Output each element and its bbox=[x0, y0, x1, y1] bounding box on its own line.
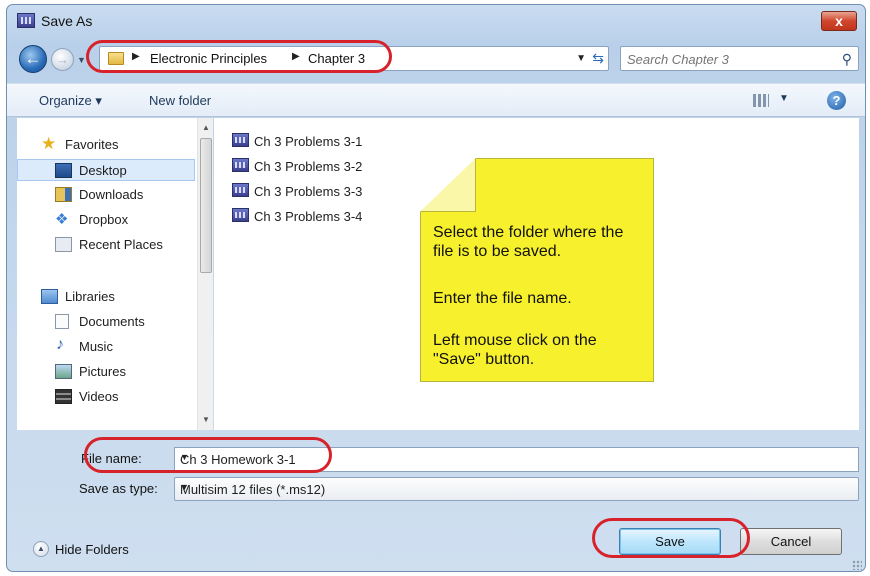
file-name: Ch 3 Problems 3-4 bbox=[254, 209, 363, 224]
nav-item-label: Recent Places bbox=[79, 237, 163, 252]
title-bar: Save As x bbox=[7, 5, 865, 37]
search-icon[interactable]: ⚲ bbox=[842, 51, 852, 68]
file-name: Ch 3 Problems 3-3 bbox=[254, 184, 363, 199]
nav-item-downloads[interactable]: Downloads bbox=[17, 184, 195, 206]
downloads-icon bbox=[55, 187, 72, 202]
save-type-dropdown-icon[interactable]: ▼ bbox=[180, 482, 853, 492]
window-title: Save As bbox=[41, 13, 93, 29]
scroll-up-icon[interactable]: ▲ bbox=[198, 120, 214, 136]
cancel-button[interactable]: Cancel bbox=[740, 528, 842, 555]
nav-libraries-label: Libraries bbox=[65, 289, 115, 304]
multisim-app-icon bbox=[17, 13, 35, 28]
nav-libraries[interactable]: Libraries bbox=[17, 286, 195, 308]
libraries-icon bbox=[41, 289, 58, 304]
collapse-icon: ▲ bbox=[33, 541, 49, 557]
file-name: Ch 3 Problems 3-1 bbox=[254, 134, 363, 149]
nav-favorites-label: Favorites bbox=[65, 137, 119, 152]
save-type-select[interactable]: Multisim 12 files (*.ms12) ▼ bbox=[174, 477, 859, 501]
nav-item-music[interactable]: ♪ Music bbox=[17, 336, 195, 358]
nav-item-documents[interactable]: Documents bbox=[17, 311, 195, 333]
nav-item-pictures[interactable]: Pictures bbox=[17, 361, 195, 383]
search-input[interactable] bbox=[627, 50, 827, 68]
nav-item-label: Desktop bbox=[79, 163, 127, 178]
address-highlight-outline bbox=[86, 40, 392, 73]
dropbox-icon: ❖ bbox=[55, 211, 69, 228]
command-toolbar: Organize ▾ New folder ▼ ? bbox=[7, 83, 865, 117]
address-dropdown-icon[interactable]: ▼ bbox=[576, 53, 586, 64]
nav-item-label: Documents bbox=[79, 314, 145, 329]
nav-item-videos[interactable]: Videos bbox=[17, 386, 195, 408]
scroll-down-icon[interactable]: ▼ bbox=[198, 412, 214, 428]
note-line-1: Select the folder where the file is to b… bbox=[433, 224, 624, 260]
documents-icon bbox=[55, 314, 69, 329]
star-icon: ★ bbox=[41, 134, 57, 153]
help-icon[interactable]: ? bbox=[827, 91, 846, 110]
save-highlight-outline bbox=[592, 518, 750, 558]
save-type-label: Save as type: bbox=[79, 481, 158, 496]
scroll-thumb[interactable] bbox=[200, 138, 212, 273]
view-options-icon[interactable] bbox=[753, 94, 769, 107]
close-button[interactable]: x bbox=[821, 11, 857, 31]
note-line-3: Left mouse click on the "Save" button. bbox=[433, 332, 597, 368]
multisim-file-icon bbox=[232, 208, 249, 222]
nav-item-label: Dropbox bbox=[79, 212, 129, 227]
videos-icon bbox=[55, 389, 72, 404]
resize-grip-icon[interactable] bbox=[852, 560, 862, 570]
new-folder-button[interactable]: New folder bbox=[149, 93, 211, 108]
desktop-icon bbox=[55, 163, 72, 178]
filename-highlight-outline bbox=[84, 437, 332, 473]
hide-folders-label: Hide Folders bbox=[55, 542, 129, 557]
music-icon: ♪ bbox=[56, 336, 64, 353]
forward-button[interactable]: → bbox=[51, 48, 74, 71]
search-box[interactable]: ⚲ bbox=[620, 46, 859, 71]
nav-item-desktop[interactable]: Desktop bbox=[17, 159, 195, 181]
view-dropdown-icon[interactable]: ▼ bbox=[779, 93, 789, 104]
multisim-file-icon bbox=[232, 183, 249, 197]
recent-places-icon bbox=[55, 237, 72, 252]
navigation-pane: ★ Favorites Desktop Downloads ❖ Dropbox … bbox=[17, 118, 213, 430]
nav-item-label: Pictures bbox=[79, 364, 126, 379]
nav-item-label: Videos bbox=[79, 389, 119, 404]
note-line-2: Enter the file name. bbox=[433, 290, 572, 307]
pictures-icon bbox=[55, 364, 72, 379]
nav-favorites[interactable]: ★ Favorites bbox=[17, 134, 195, 156]
back-button[interactable]: ← bbox=[19, 45, 47, 73]
nav-item-dropbox[interactable]: ❖ Dropbox bbox=[17, 209, 195, 231]
nav-item-label: Downloads bbox=[79, 187, 144, 202]
file-name: Ch 3 Problems 3-2 bbox=[254, 159, 363, 174]
nav-item-recent-places[interactable]: Recent Places bbox=[17, 234, 195, 256]
refresh-icon[interactable]: ⇆ bbox=[592, 50, 604, 67]
multisim-file-icon bbox=[232, 158, 249, 172]
multisim-file-icon bbox=[232, 133, 249, 147]
nav-scrollbar[interactable]: ▲ ▼ bbox=[197, 118, 213, 430]
organize-button[interactable]: Organize ▾ bbox=[39, 93, 102, 109]
nav-item-label: Music bbox=[79, 339, 113, 354]
